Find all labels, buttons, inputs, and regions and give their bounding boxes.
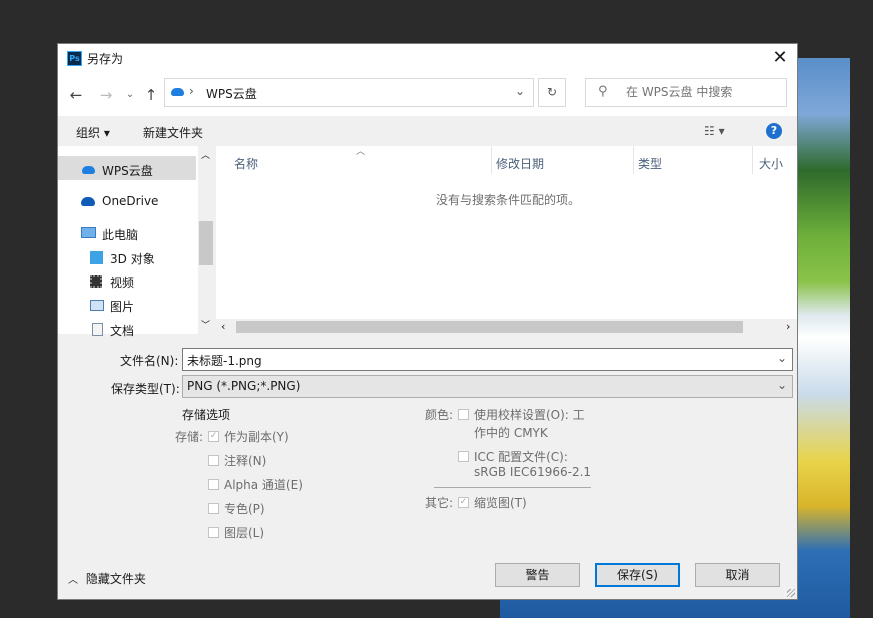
forward-arrow-icon[interactable]: → [97, 86, 115, 104]
sort-ascending-icon: ︿ [356, 147, 366, 157]
chevron-down-icon[interactable]: ⌄ [515, 84, 525, 98]
organize-menu[interactable]: 组织 ▾ [76, 124, 110, 141]
thumbnail-checkbox[interactable]: ✓ [458, 497, 469, 508]
up-arrow-icon[interactable]: ↑ [142, 86, 160, 104]
as-copy-checkbox[interactable]: ✓ [208, 431, 219, 442]
address-path[interactable]: WPS云盘 [206, 85, 257, 102]
toolbar: 组织 ▾ 新建文件夹 ☷ ▾ ? [58, 116, 797, 146]
window-title: 另存为 [87, 52, 124, 66]
cancel-button[interactable]: 取消 [695, 563, 780, 587]
spot-color-label: 专色(P) [224, 502, 265, 516]
save-type-value[interactable]: PNG (*.PNG;*.PNG) [187, 379, 300, 393]
notes-checkbox[interactable] [208, 455, 219, 466]
spot-color-checkbox[interactable] [208, 503, 219, 514]
title-bar: Ps 另存为 ✕ [58, 44, 797, 74]
computer-icon [81, 227, 96, 238]
refresh-icon[interactable]: ↻ [538, 78, 566, 107]
save-button[interactable]: 保存(S) [595, 563, 680, 587]
column-divider [491, 146, 492, 174]
close-button[interactable]: ✕ [769, 47, 791, 69]
scroll-left-icon[interactable]: ‹ [221, 320, 225, 333]
hide-folders-toggle[interactable]: ︿ 隐藏文件夹 [68, 570, 146, 587]
notes-label: 注释(N) [224, 454, 267, 468]
filename-label: 文件名(N): [120, 354, 179, 368]
scroll-right-icon[interactable]: › [786, 320, 790, 333]
sidebar-item-videos[interactable]: 视频 [90, 274, 134, 291]
cube-icon [90, 251, 103, 264]
warning-button[interactable]: 警告 [495, 563, 580, 587]
column-header-size[interactable]: 大小 [759, 155, 783, 172]
recent-locations-icon[interactable]: ⌄ [121, 86, 139, 104]
save-label: 存储: [175, 430, 204, 444]
thumbnail-label: 缩览图(T) [474, 496, 527, 510]
icc-profile-label-line1: ICC 配置文件(C): [474, 450, 568, 464]
layers-label: 图层(L) [224, 526, 265, 540]
document-icon [92, 323, 103, 336]
help-icon[interactable]: ? [766, 123, 782, 139]
proof-setup-checkbox[interactable] [458, 409, 469, 420]
other-label: 其它: [425, 496, 454, 510]
column-header-name[interactable]: 名称 [234, 155, 258, 172]
onedrive-cloud-icon [81, 197, 95, 206]
file-list: ︿ 名称 修改日期 类型 大小 没有与搜索条件匹配的项。 [216, 146, 797, 334]
sidebar-item-this-pc[interactable]: 此电脑 [81, 226, 138, 243]
save-options-title: 存储选项 [182, 408, 231, 422]
cloud-icon [82, 166, 95, 174]
alpha-channel-label: Alpha 通道(E) [224, 478, 303, 492]
empty-message: 没有与搜索条件匹配的项。 [436, 193, 581, 207]
chevron-up-icon: ︿ [68, 575, 78, 586]
save-type-select[interactable]: PNG (*.PNG;*.PNG) ⌄ [182, 375, 793, 398]
layers-checkbox[interactable] [208, 527, 219, 538]
save-type-label: 保存类型(T): [111, 382, 180, 396]
sidebar-item-3d-objects[interactable]: 3D 对象 [90, 250, 155, 267]
back-arrow-icon[interactable]: ← [67, 86, 85, 104]
filename-value[interactable]: 未标题-1.png [187, 352, 262, 369]
sidebar-scrollbar[interactable]: ︿ ﹀ [198, 146, 214, 334]
chevron-down-icon[interactable]: ⌄ [777, 378, 787, 392]
file-list-horizontal-scrollbar[interactable]: ‹ › [216, 319, 797, 335]
icc-profile-label-line2: sRGB IEC61966-2.1 [474, 465, 592, 479]
proof-setup-label-line1: 使用校样设置(O): 工 [474, 408, 585, 422]
search-box[interactable]: ⚲ [585, 78, 787, 107]
icc-profile-checkbox[interactable] [458, 451, 469, 462]
chevron-down-icon[interactable]: ⌄ [777, 351, 787, 365]
picture-icon [90, 300, 104, 311]
new-folder-button[interactable]: 新建文件夹 [143, 124, 203, 141]
filename-field[interactable]: 未标题-1.png ⌄ [182, 348, 793, 371]
column-divider [752, 146, 753, 174]
alpha-channel-checkbox[interactable] [208, 479, 219, 490]
address-bar[interactable]: › WPS云盘 ⌄ [164, 78, 534, 107]
sidebar-item-documents[interactable]: 文档 [92, 322, 134, 339]
resize-grip-icon[interactable] [787, 589, 795, 597]
sidebar-item-wps-cloud[interactable]: WPS云盘 [82, 162, 153, 179]
cloud-icon [171, 88, 184, 96]
sidebar-item-onedrive[interactable]: OneDrive [81, 194, 158, 208]
navigation-pane: WPS云盘 OneDrive 此电脑 3D 对象 视频 图片 文档 [58, 146, 214, 338]
divider [434, 487, 591, 488]
proof-setup-label-line2: 作中的 CMYK [474, 426, 548, 440]
scrollbar-thumb[interactable] [236, 321, 743, 333]
column-header-modified[interactable]: 修改日期 [496, 155, 544, 172]
photoshop-icon: Ps [67, 51, 82, 66]
search-icon: ⚲ [598, 84, 608, 99]
column-header-type[interactable]: 类型 [638, 155, 662, 172]
column-divider [633, 146, 634, 174]
chevron-right-icon: › [189, 84, 194, 98]
film-icon [90, 275, 102, 288]
scroll-up-icon[interactable]: ︿ [201, 148, 210, 161]
as-copy-label: 作为副本(Y) [224, 430, 289, 444]
navigation-bar: ← → ⌄ ↑ › WPS云盘 ⌄ ↻ ⚲ [58, 74, 797, 116]
scrollbar-thumb[interactable] [199, 221, 213, 265]
search-input[interactable] [624, 84, 783, 100]
scroll-down-icon[interactable]: ﹀ [201, 318, 210, 331]
sidebar-item-pictures[interactable]: 图片 [90, 298, 134, 315]
color-label: 颜色: [425, 408, 454, 422]
save-as-dialog: Ps 另存为 ✕ ← → ⌄ ↑ › WPS云盘 ⌄ ↻ ⚲ 组织 ▾ 新建文件… [57, 43, 798, 600]
view-options-icon[interactable]: ☷ ▾ [704, 124, 725, 138]
